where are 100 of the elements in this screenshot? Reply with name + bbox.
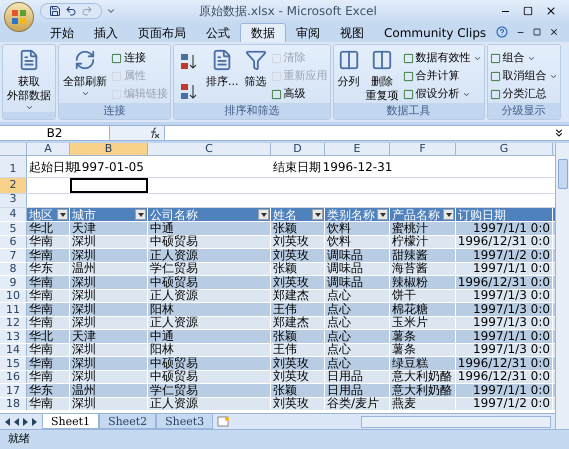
new-sheet-icon[interactable] (217, 416, 232, 427)
row-header[interactable]: 3 (0, 194, 27, 207)
ribbon-button[interactable]: 全部刷新 (61, 45, 109, 103)
table-cell: 1997/1/3 0:0 (472, 302, 550, 316)
table-cell: 点心 (327, 316, 351, 330)
table-cell: 天津 (72, 330, 96, 343)
status-text: 就绪 (8, 431, 30, 448)
table-cell: 1996/12/31 0:0 (458, 276, 550, 289)
office-button[interactable] (4, 2, 34, 32)
ribbon-button[interactable]: 假设分析 (402, 85, 482, 103)
formula-function-button[interactable] (110, 126, 165, 140)
table-cell: 刘英玫 (273, 248, 309, 262)
ribbon-tab[interactable]: 审阅 (286, 23, 330, 42)
ribbon-tab[interactable]: 公式 (196, 23, 240, 42)
ribbon-button[interactable]: 分类汇总 (490, 85, 558, 103)
ribbon-tab[interactable]: 页面布局 (128, 23, 196, 42)
sheet-tab[interactable]: Sheet3 (156, 414, 214, 429)
column-header[interactable]: C (148, 143, 271, 155)
sort-ascending-button[interactable] (180, 53, 198, 71)
column-header[interactable]: E (325, 143, 390, 155)
vertical-scrollbar[interactable] (555, 143, 569, 429)
close-icon[interactable] (545, 5, 557, 17)
ribbon-button[interactable]: 删除 重复项 (364, 45, 400, 103)
table-cell: 深圳 (72, 276, 96, 289)
help-icon[interactable] (496, 26, 508, 38)
filter-dropdown-button[interactable] (135, 209, 146, 220)
ribbon-button[interactable]: 连接 (111, 49, 168, 67)
column-header[interactable]: G (456, 143, 553, 155)
table-cell: 深圳 (72, 289, 96, 302)
table-cell: 学仁贸易 (150, 384, 198, 397)
row-header[interactable]: 1 (0, 156, 27, 177)
ribbon-button[interactable]: 获取 外部数据 (5, 45, 53, 112)
table-cell: 温州 (72, 262, 96, 276)
table-cell: 谷类/麦片 (327, 397, 380, 410)
table-cell: 1996/12/31 0:0 (458, 370, 550, 384)
table-cell: 1997/1/3 0:0 (472, 343, 550, 356)
table-cell: 1997/1/1 0:0 (472, 262, 550, 276)
group-label: 连接 (104, 102, 126, 119)
table-cell: 深圳 (72, 248, 96, 262)
table-cell: 华南 (29, 397, 53, 410)
table-cell: 华南 (29, 370, 53, 384)
table-cell: 棉花糖 (392, 302, 428, 316)
ribbon-tab[interactable]: Community Clips (374, 23, 496, 42)
ribbon-button[interactable]: 排序... (204, 45, 240, 103)
ribbon-button[interactable]: 筛选 (242, 45, 268, 103)
ribbon-tab[interactable]: 数据 (240, 23, 286, 42)
ribbon-tab[interactable]: 插入 (84, 23, 128, 42)
table-cell: 柠檬汁 (392, 235, 428, 248)
table-cell: 深圳 (72, 316, 96, 330)
expand-icon[interactable] (553, 127, 565, 139)
sheet-tab[interactable]: Sheet1 (42, 414, 100, 429)
filter-dropdown-button[interactable] (258, 209, 269, 220)
table-cell: 华南 (29, 302, 53, 316)
table-cell: 绿豆糕 (392, 356, 428, 370)
ribbon-button[interactable]: 组合 (490, 49, 558, 67)
columns-icon (371, 49, 393, 71)
sheet-tab[interactable]: Sheet2 (99, 414, 156, 429)
table-cell: 郑建杰 (273, 289, 309, 302)
maximize-icon[interactable] (523, 6, 533, 16)
ribbon-tab[interactable]: 视图 (330, 23, 374, 42)
filter-dropdown-button[interactable] (312, 209, 323, 220)
table-cell: 中通 (150, 330, 174, 343)
ribbon-button[interactable]: 数据有效性 (402, 49, 482, 67)
row-header[interactable]: 4 (0, 208, 27, 221)
close-icon[interactable] (549, 27, 560, 37)
undo-icon[interactable] (65, 5, 77, 17)
table-cell: 华北 (29, 330, 53, 343)
filter-dropdown-button[interactable] (443, 209, 454, 220)
ribbon-button[interactable]: 高级 (270, 85, 328, 103)
table-cell: 薯条 (392, 343, 416, 356)
column-header[interactable]: D (271, 143, 325, 155)
table-cell: 中硕贸易 (150, 356, 198, 370)
horizontal-scrollbar[interactable] (361, 416, 551, 428)
table-cell: 华北 (29, 222, 53, 235)
column-header[interactable]: F (390, 143, 456, 155)
restore-icon[interactable] (533, 28, 542, 36)
table-cell: 燕麦 (392, 397, 416, 410)
table-cell: 张颖 (273, 384, 297, 397)
filter-dropdown-button[interactable] (57, 209, 68, 220)
column-heading: 公司名称 (150, 206, 198, 222)
group-label: 分级显示 (502, 102, 546, 119)
ribbon-button[interactable]: 合并计算 (402, 67, 482, 85)
selected-cell[interactable] (70, 178, 148, 193)
table-cell: 华南 (29, 356, 53, 370)
caret-icon (60, 212, 66, 216)
table-cell: 饮料 (327, 235, 351, 248)
table-cell: 1996/12/31 0:0 (458, 235, 550, 248)
save-icon[interactable] (49, 5, 61, 17)
column-header[interactable]: B (70, 143, 148, 155)
ribbon-tab[interactable]: 开始 (40, 23, 84, 42)
ribbon-button[interactable]: 取消组合 (490, 67, 558, 85)
table-cell: 华南 (29, 276, 53, 289)
table-cell: 学仁贸易 (150, 262, 198, 276)
row-header[interactable]: 2 (0, 178, 27, 193)
tool-icon (490, 88, 500, 100)
caret-icon (24, 103, 34, 112)
table-cell: 华南 (29, 343, 53, 356)
ribbon-button[interactable]: 分列 (336, 45, 362, 103)
filter-dropdown-button[interactable] (377, 209, 388, 220)
sort-descending-button[interactable] (180, 83, 198, 101)
